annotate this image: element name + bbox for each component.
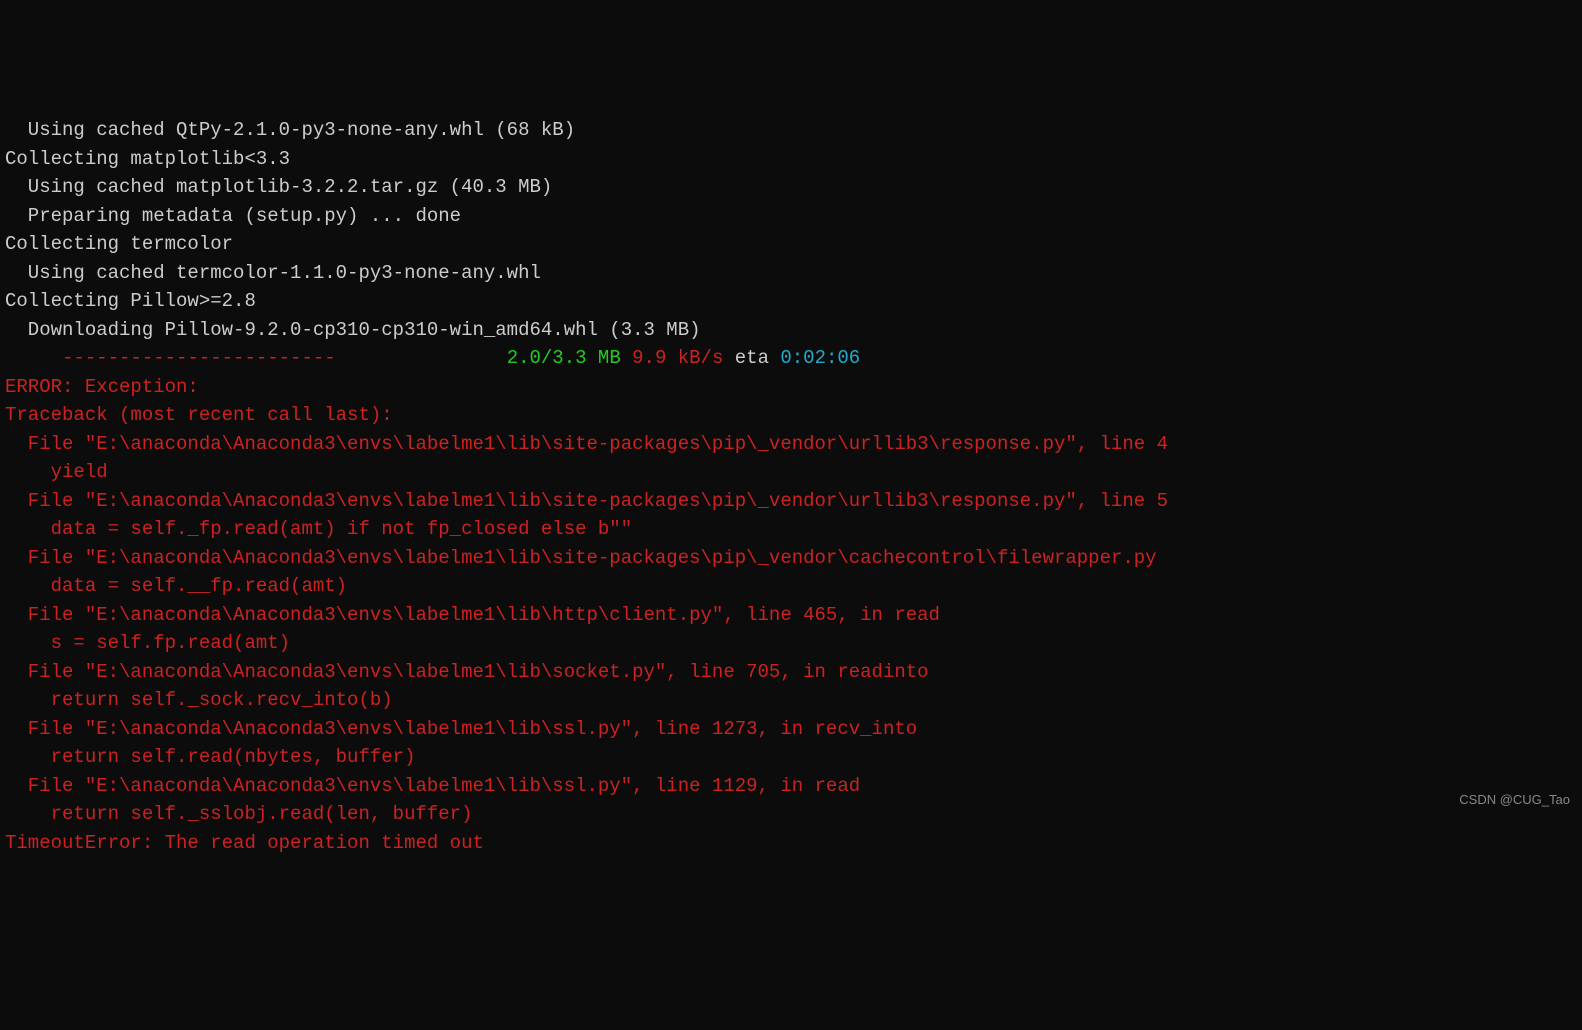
terminal-line: TimeoutError: The read operation timed o…	[5, 829, 1577, 858]
terminal-line: Collecting termcolor	[5, 230, 1577, 259]
terminal-text-segment: return self.read(nbytes, buffer)	[5, 746, 415, 768]
terminal-line: File "E:\anaconda\Anaconda3\envs\labelme…	[5, 601, 1577, 630]
terminal-text-segment: 2.0/3.3 MB	[507, 347, 621, 369]
terminal-line: return self.read(nbytes, buffer)	[5, 743, 1577, 772]
terminal-text-segment: Downloading Pillow-9.2.0-cp310-cp310-win…	[5, 319, 701, 341]
terminal-text-segment: Using cached termcolor-1.1.0-py3-none-an…	[5, 262, 541, 284]
terminal-text-segment: ERROR: Exception:	[5, 376, 199, 398]
terminal-text-segment	[336, 347, 507, 369]
terminal-line: File "E:\anaconda\Anaconda3\envs\labelme…	[5, 430, 1577, 459]
terminal-text-segment: ------------------------	[62, 347, 336, 369]
terminal-line: s = self.fp.read(amt)	[5, 629, 1577, 658]
terminal-output: Using cached QtPy-2.1.0-py3-none-any.whl…	[0, 114, 1582, 859]
terminal-text-segment: Collecting termcolor	[5, 233, 233, 255]
terminal-text-segment: s = self.fp.read(amt)	[5, 632, 290, 654]
terminal-text-segment: 9.9 kB/s	[632, 347, 723, 369]
terminal-text-segment: Collecting matplotlib<3.3	[5, 148, 290, 170]
terminal-text-segment: File "E:\anaconda\Anaconda3\envs\labelme…	[5, 718, 917, 740]
terminal-line: ------------------------ 2.0/3.3 MB 9.9 …	[5, 344, 1577, 373]
terminal-text-segment: Using cached matplotlib-3.2.2.tar.gz (40…	[5, 176, 552, 198]
terminal-text-segment: File "E:\anaconda\Anaconda3\envs\labelme…	[5, 775, 860, 797]
terminal-text-segment: File "E:\anaconda\Anaconda3\envs\labelme…	[5, 604, 940, 626]
terminal-line: Collecting Pillow>=2.8	[5, 287, 1577, 316]
terminal-text-segment: return self._sock.recv_into(b)	[5, 689, 393, 711]
terminal-line: data = self._fp.read(amt) if not fp_clos…	[5, 515, 1577, 544]
terminal-line: File "E:\anaconda\Anaconda3\envs\labelme…	[5, 544, 1577, 573]
terminal-line: File "E:\anaconda\Anaconda3\envs\labelme…	[5, 487, 1577, 516]
terminal-text-segment: File "E:\anaconda\Anaconda3\envs\labelme…	[5, 433, 1168, 455]
terminal-line: Collecting matplotlib<3.3	[5, 145, 1577, 174]
terminal-line: yield	[5, 458, 1577, 487]
terminal-text-segment	[5, 347, 62, 369]
terminal-text-segment: data = self._fp.read(amt) if not fp_clos…	[5, 518, 632, 540]
terminal-text-segment: return self._sslobj.read(len, buffer)	[5, 803, 472, 825]
terminal-line: Traceback (most recent call last):	[5, 401, 1577, 430]
terminal-text-segment	[621, 347, 632, 369]
terminal-line: File "E:\anaconda\Anaconda3\envs\labelme…	[5, 715, 1577, 744]
terminal-text-segment: TimeoutError: The read operation timed o…	[5, 832, 484, 854]
terminal-line: return self._sock.recv_into(b)	[5, 686, 1577, 715]
terminal-line: ERROR: Exception:	[5, 373, 1577, 402]
terminal-line: Using cached termcolor-1.1.0-py3-none-an…	[5, 259, 1577, 288]
terminal-text-segment: data = self.__fp.read(amt)	[5, 575, 347, 597]
terminal-line: File "E:\anaconda\Anaconda3\envs\labelme…	[5, 772, 1577, 801]
terminal-text-segment: Collecting Pillow>=2.8	[5, 290, 256, 312]
terminal-line: Using cached QtPy-2.1.0-py3-none-any.whl…	[5, 116, 1577, 145]
terminal-text-segment: eta	[723, 347, 780, 369]
terminal-text-segment: File "E:\anaconda\Anaconda3\envs\labelme…	[5, 547, 1157, 569]
terminal-text-segment: yield	[5, 461, 108, 483]
terminal-text-segment: Traceback (most recent call last):	[5, 404, 393, 426]
terminal-line: return self._sslobj.read(len, buffer)	[5, 800, 1577, 829]
terminal-line: Using cached matplotlib-3.2.2.tar.gz (40…	[5, 173, 1577, 202]
terminal-line: Preparing metadata (setup.py) ... done	[5, 202, 1577, 231]
terminal-text-segment: Preparing metadata (setup.py) ... done	[5, 205, 461, 227]
terminal-line: File "E:\anaconda\Anaconda3\envs\labelme…	[5, 658, 1577, 687]
terminal-text-segment: 0:02:06	[780, 347, 860, 369]
terminal-line: data = self.__fp.read(amt)	[5, 572, 1577, 601]
terminal-text-segment: File "E:\anaconda\Anaconda3\envs\labelme…	[5, 661, 929, 683]
terminal-text-segment: Using cached QtPy-2.1.0-py3-none-any.whl…	[5, 119, 575, 141]
watermark-text: CSDN @CUG_Tao	[1459, 790, 1570, 810]
terminal-line: Downloading Pillow-9.2.0-cp310-cp310-win…	[5, 316, 1577, 345]
terminal-text-segment: File "E:\anaconda\Anaconda3\envs\labelme…	[5, 490, 1168, 512]
